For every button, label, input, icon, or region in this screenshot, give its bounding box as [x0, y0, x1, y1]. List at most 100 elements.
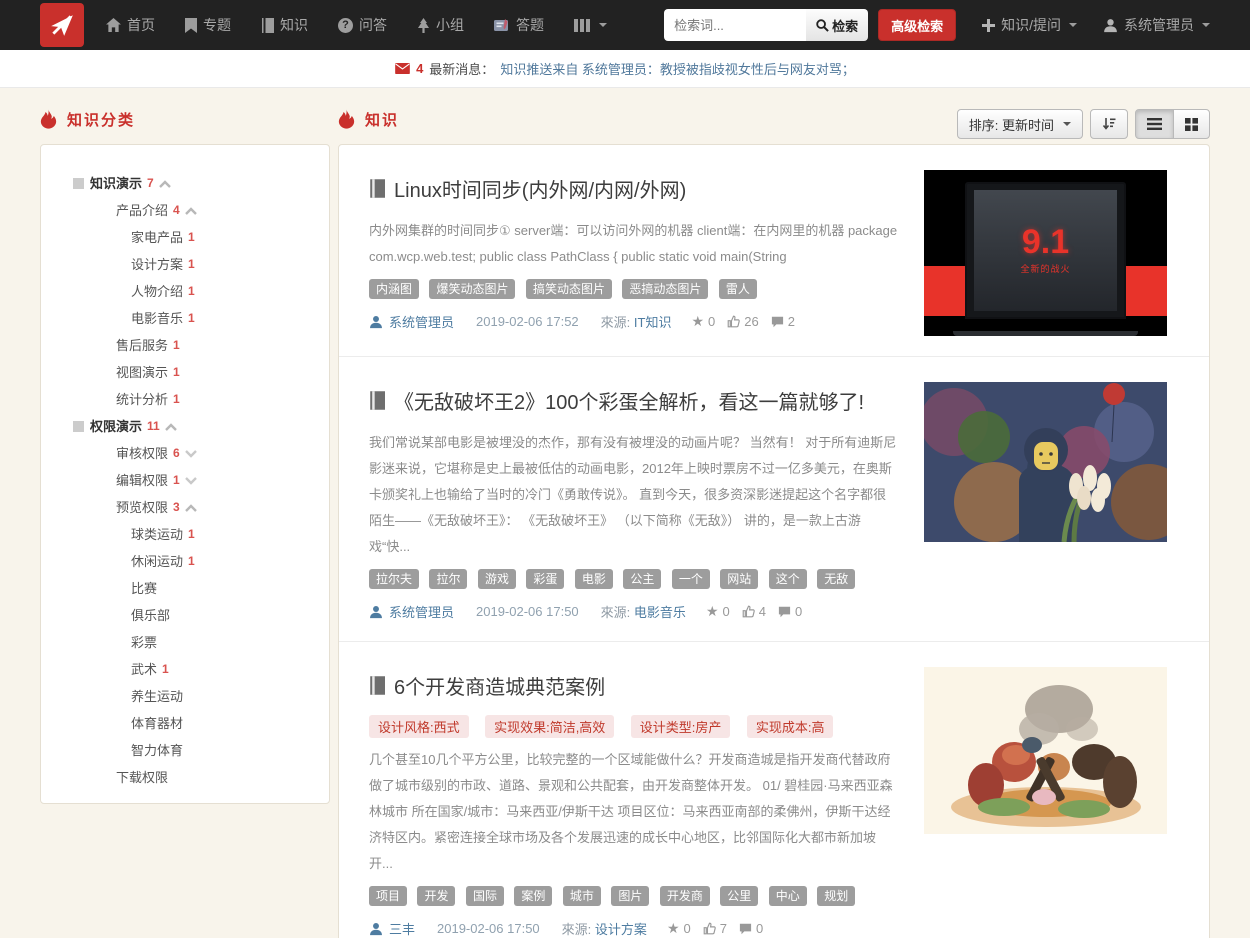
tree-item-label[interactable]: 家电产品: [131, 229, 183, 246]
tree-item[interactable]: 武术 1: [59, 661, 311, 678]
brand-logo[interactable]: [40, 3, 84, 47]
chevron-up-icon[interactable]: [159, 180, 171, 188]
tree-item[interactable]: 比赛: [59, 580, 311, 597]
tree-item[interactable]: 预览权限 3: [59, 499, 311, 516]
tree-item-label[interactable]: 售后服务: [116, 337, 168, 354]
item-title[interactable]: Linux时间同步(内外网/内网/外网): [394, 174, 686, 203]
tree-item-label[interactable]: 知识演示: [90, 175, 142, 192]
tree-item[interactable]: 休闲运动 1: [59, 553, 311, 570]
tree-item-label[interactable]: 审核权限: [116, 445, 168, 462]
tree-item-label[interactable]: 智力体育: [131, 742, 183, 759]
item-author[interactable]: 系统管理员: [389, 312, 454, 331]
tree-item-label[interactable]: 权限演示: [90, 418, 142, 435]
source-link[interactable]: 电影音乐: [634, 605, 686, 620]
tree-item[interactable]: 养生运动: [59, 688, 311, 705]
tree-item-label[interactable]: 统计分析: [116, 391, 168, 408]
tag[interactable]: 这个: [769, 569, 807, 589]
tag[interactable]: 拉尔夫: [369, 569, 419, 589]
tree-item[interactable]: 审核权限 6: [59, 445, 311, 462]
search-button[interactable]: 检索: [806, 9, 868, 41]
tag[interactable]: 规划: [817, 886, 855, 906]
tree-item-label[interactable]: 彩票: [131, 634, 157, 651]
tree-item[interactable]: 售后服务 1: [59, 337, 311, 354]
tag[interactable]: 项目: [369, 886, 407, 906]
tree-item-label[interactable]: 设计方案: [131, 256, 183, 273]
notice-message[interactable]: 知识推送来自 系统管理员：教授被指歧视女性后与网友对骂；: [500, 59, 855, 78]
tree-item-label[interactable]: 武术: [131, 661, 157, 678]
item-title-row[interactable]: 6个开发商造城典范案例: [369, 671, 898, 700]
tree-item-label[interactable]: 比赛: [131, 580, 157, 597]
tree-item[interactable]: 视图演示 1: [59, 364, 311, 381]
user-menu[interactable]: 系统管理员: [1103, 15, 1210, 35]
tree-item[interactable]: 俱乐部: [59, 607, 311, 624]
item-thumbnail[interactable]: 9.1 全新的战火: [924, 170, 1167, 336]
tree-item[interactable]: 统计分析 1: [59, 391, 311, 408]
tree-item-label[interactable]: 俱乐部: [131, 607, 170, 624]
tree-item[interactable]: 彩票: [59, 634, 311, 651]
sort-dropdown-button[interactable]: 排序: 更新时间: [957, 109, 1083, 139]
tree-item[interactable]: 权限演示 11: [59, 418, 311, 435]
item-thumbnail[interactable]: [924, 382, 1167, 542]
nav-item-topics[interactable]: 专题: [185, 15, 231, 35]
tag[interactable]: 雷人: [719, 279, 757, 299]
chevron-up-icon[interactable]: [165, 423, 177, 431]
tree-item[interactable]: 球类运动 1: [59, 526, 311, 543]
tree-item-label[interactable]: 视图演示: [116, 364, 168, 381]
tree-item-label[interactable]: 下载权限: [116, 769, 168, 786]
tree-item[interactable]: 家电产品 1: [59, 229, 311, 246]
item-author[interactable]: 系统管理员: [389, 602, 454, 621]
tag[interactable]: 案例: [514, 886, 552, 906]
nav-item-knowledge[interactable]: 知识: [261, 15, 308, 35]
tag[interactable]: 城市: [563, 886, 601, 906]
tree-item[interactable]: 知识演示 7: [59, 175, 311, 192]
tree-item-label[interactable]: 人物介绍: [131, 283, 183, 300]
nav-item-answer[interactable]: 答题: [494, 15, 544, 35]
tree-item-label[interactable]: 编辑权限: [116, 472, 168, 489]
nav-item-qa[interactable]: ? 问答: [338, 15, 387, 35]
grid-view-button[interactable]: [1173, 109, 1210, 139]
item-thumbnail[interactable]: [924, 667, 1167, 834]
tree-item-label[interactable]: 体育器材: [131, 715, 183, 732]
item-title-row[interactable]: 《无敌破坏王2》100个彩蛋全解析，看这一篇就够了!: [369, 386, 898, 415]
tree-item[interactable]: 电影音乐 1: [59, 310, 311, 327]
tag[interactable]: 无敌: [817, 569, 855, 589]
chevron-down-icon[interactable]: [185, 450, 197, 458]
tag[interactable]: 图片: [611, 886, 649, 906]
tag[interactable]: 彩蛋: [526, 569, 564, 589]
tree-item-label[interactable]: 养生运动: [131, 688, 183, 705]
tree-item-label[interactable]: 预览权限: [116, 499, 168, 516]
chevron-down-icon[interactable]: [185, 477, 197, 485]
nav-item-groups[interactable]: 小组: [417, 15, 464, 35]
chevron-up-icon[interactable]: [185, 207, 197, 215]
tag[interactable]: 开发商: [660, 886, 710, 906]
tree-item[interactable]: 体育器材: [59, 715, 311, 732]
chevron-up-icon[interactable]: [185, 504, 197, 512]
tree-item-label[interactable]: 休闲运动: [131, 553, 183, 570]
tag[interactable]: 公主: [623, 569, 661, 589]
item-title-row[interactable]: Linux时间同步(内外网/内网/外网): [369, 174, 898, 203]
tree-item-label[interactable]: 电影音乐: [131, 310, 183, 327]
tree-item[interactable]: 产品介绍 4: [59, 202, 311, 219]
tag[interactable]: 拉尔: [429, 569, 467, 589]
source-link[interactable]: IT知识: [634, 315, 672, 330]
tag[interactable]: 国际: [466, 886, 504, 906]
tree-item[interactable]: 人物介绍 1: [59, 283, 311, 300]
tag[interactable]: 公里: [720, 886, 758, 906]
search-input[interactable]: [664, 9, 806, 41]
tag[interactable]: 内涵图: [369, 279, 419, 299]
tag[interactable]: 搞笑动态图片: [526, 279, 612, 299]
tree-item[interactable]: 下载权限: [59, 769, 311, 786]
tag[interactable]: 游戏: [478, 569, 516, 589]
tag[interactable]: 网站: [720, 569, 758, 589]
advanced-search-button[interactable]: 高级检索: [878, 9, 956, 41]
tree-item[interactable]: 智力体育: [59, 742, 311, 759]
sort-direction-button[interactable]: [1090, 109, 1128, 139]
source-link[interactable]: 设计方案: [595, 922, 647, 937]
tree-item[interactable]: 编辑权限 1: [59, 472, 311, 489]
item-title[interactable]: 6个开发商造城典范案例: [394, 671, 605, 700]
list-view-button[interactable]: [1135, 109, 1174, 139]
tag[interactable]: 爆笑动态图片: [429, 279, 515, 299]
item-author[interactable]: 三丰: [389, 919, 415, 938]
nav-item-home[interactable]: 首页: [106, 15, 155, 35]
tag[interactable]: 恶搞动态图片: [622, 279, 708, 299]
